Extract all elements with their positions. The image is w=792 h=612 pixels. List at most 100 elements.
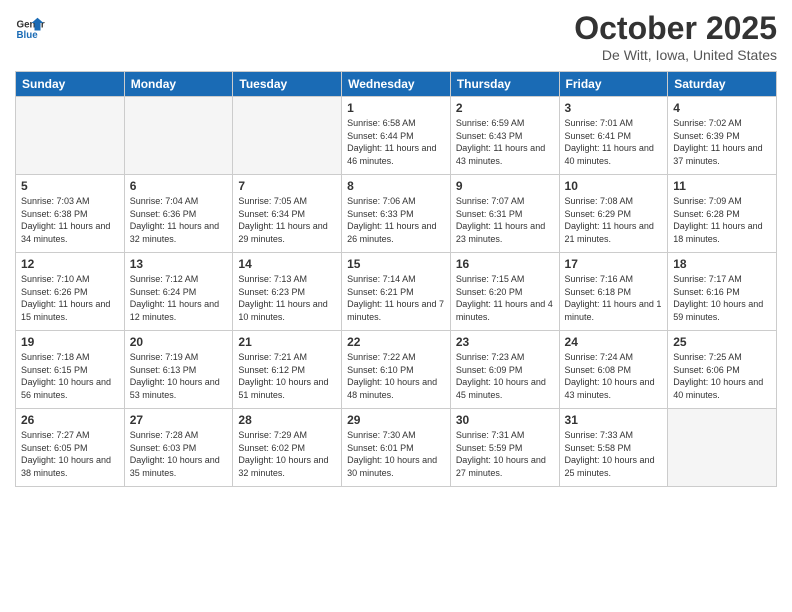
day-number: 31 — [565, 413, 663, 427]
day-of-week-header: Friday — [559, 72, 668, 97]
day-number: 15 — [347, 257, 445, 271]
location: De Witt, Iowa, United States — [574, 47, 777, 63]
calendar-cell: 4 Sunrise: 7:02 AM Sunset: 6:39 PM Daylig… — [668, 97, 777, 175]
calendar-week-row: 19 Sunrise: 7:18 AM Sunset: 6:15 PM Dayli… — [16, 331, 777, 409]
calendar-cell: 2Sunrise: 6:59 AM Sunset: 6:43 PM Daylig… — [450, 97, 559, 175]
day-number: 6 — [130, 179, 228, 193]
calendar-cell: 26Sunrise: 7:27 AM Sunset: 6:05 PM Dayli… — [16, 409, 125, 487]
day-number: 20 — [130, 335, 228, 349]
calendar-cell: 22 Sunrise: 7:22 AM Sunset: 6:10 PM Dayli… — [342, 331, 451, 409]
day-info: Sunrise: 7:06 AM Sunset: 6:33 PM Dayligh… — [347, 195, 445, 245]
day-number: 18 — [673, 257, 771, 271]
day-number: 17 — [565, 257, 663, 271]
month-title: October 2025 — [574, 10, 777, 47]
day-info: Sunrise: 7:30 AM Sunset: 6:01 PM Dayligh… — [347, 429, 445, 479]
day-info: Sunrise: 7:03 AM Sunset: 6:38 PM Dayligh… — [21, 195, 119, 245]
calendar-cell: 10Sunrise: 7:08 AM Sunset: 6:29 PM Dayli… — [559, 175, 668, 253]
calendar-cell: 24Sunrise: 7:24 AM Sunset: 6:08 PM Dayli… — [559, 331, 668, 409]
day-number: 22 — [347, 335, 445, 349]
calendar-cell: 7 Sunrise: 7:05 AM Sunset: 6:34 PM Daylig… — [233, 175, 342, 253]
calendar-cell — [16, 97, 125, 175]
day-of-week-header: Sunday — [16, 72, 125, 97]
day-of-week-header: Saturday — [668, 72, 777, 97]
calendar-cell: 20 Sunrise: 7:19 AM Sunset: 6:13 PM Dayli… — [124, 331, 233, 409]
day-info: Sunrise: 7:21 AM Sunset: 6:12 PM Dayligh… — [238, 351, 336, 401]
day-info: Sunrise: 6:58 AM Sunset: 6:44 PM Dayligh… — [347, 117, 445, 167]
calendar-cell — [668, 409, 777, 487]
calendar-cell: 14Sunrise: 7:13 AM Sunset: 6:23 PM Dayli… — [233, 253, 342, 331]
page-header: General Blue October 2025 De Witt, Iowa,… — [15, 10, 777, 63]
day-info: Sunrise: 7:22 AM Sunset: 6:10 PM Dayligh… — [347, 351, 445, 401]
day-number: 12 — [21, 257, 119, 271]
day-number: 14 — [238, 257, 336, 271]
day-number: 24 — [565, 335, 663, 349]
calendar-cell: 5 Sunrise: 7:03 AM Sunset: 6:38 PM Daylig… — [16, 175, 125, 253]
calendar-cell: 27 Sunrise: 7:28 AM Sunset: 6:03 PM Dayli… — [124, 409, 233, 487]
calendar-cell: 9 Sunrise: 7:07 AM Sunset: 6:31 PM Daylig… — [450, 175, 559, 253]
calendar-cell — [124, 97, 233, 175]
day-number: 1 — [347, 101, 445, 115]
calendar-week-row: 26Sunrise: 7:27 AM Sunset: 6:05 PM Dayli… — [16, 409, 777, 487]
calendar-cell: 25Sunrise: 7:25 AM Sunset: 6:06 PM Dayli… — [668, 331, 777, 409]
day-number: 8 — [347, 179, 445, 193]
day-info: Sunrise: 7:33 AM Sunset: 5:58 PM Dayligh… — [565, 429, 663, 479]
calendar-cell: 29 Sunrise: 7:30 AM Sunset: 6:01 PM Dayli… — [342, 409, 451, 487]
calendar-cell: 21 Sunrise: 7:21 AM Sunset: 6:12 PM Dayli… — [233, 331, 342, 409]
calendar-cell: 13 Sunrise: 7:12 AM Sunset: 6:24 PM Dayli… — [124, 253, 233, 331]
day-of-week-header: Monday — [124, 72, 233, 97]
calendar-cell: 16Sunrise: 7:15 AM Sunset: 6:20 PM Dayli… — [450, 253, 559, 331]
day-info: Sunrise: 7:02 AM Sunset: 6:39 PM Dayligh… — [673, 117, 771, 167]
day-number: 27 — [130, 413, 228, 427]
calendar-cell: 30 Sunrise: 7:31 AM Sunset: 5:59 PM Dayli… — [450, 409, 559, 487]
day-info: Sunrise: 7:01 AM Sunset: 6:41 PM Dayligh… — [565, 117, 663, 167]
day-info: Sunrise: 7:19 AM Sunset: 6:13 PM Dayligh… — [130, 351, 228, 401]
svg-text:Blue: Blue — [17, 30, 39, 41]
day-info: Sunrise: 7:14 AM Sunset: 6:21 PM Dayligh… — [347, 273, 445, 323]
day-number: 4 — [673, 101, 771, 115]
calendar-week-row: 1 Sunrise: 6:58 AM Sunset: 6:44 PM Daylig… — [16, 97, 777, 175]
day-number: 19 — [21, 335, 119, 349]
day-number: 30 — [456, 413, 554, 427]
calendar-cell: 12 Sunrise: 7:10 AM Sunset: 6:26 PM Dayli… — [16, 253, 125, 331]
day-of-week-header: Thursday — [450, 72, 559, 97]
day-number: 21 — [238, 335, 336, 349]
day-number: 25 — [673, 335, 771, 349]
calendar-table: SundayMondayTuesdayWednesdayThursdayFrid… — [15, 71, 777, 487]
day-of-week-header: Tuesday — [233, 72, 342, 97]
calendar-cell: 3Sunrise: 7:01 AM Sunset: 6:41 PM Daylig… — [559, 97, 668, 175]
day-number: 23 — [456, 335, 554, 349]
day-number: 7 — [238, 179, 336, 193]
day-info: Sunrise: 7:12 AM Sunset: 6:24 PM Dayligh… — [130, 273, 228, 323]
calendar-cell: 6 Sunrise: 7:04 AM Sunset: 6:36 PM Daylig… — [124, 175, 233, 253]
logo-icon: General Blue — [15, 14, 45, 44]
day-number: 2 — [456, 101, 554, 115]
day-info: Sunrise: 7:28 AM Sunset: 6:03 PM Dayligh… — [130, 429, 228, 479]
calendar-cell: 28 Sunrise: 7:29 AM Sunset: 6:02 PM Dayli… — [233, 409, 342, 487]
calendar-header-row: SundayMondayTuesdayWednesdayThursdayFrid… — [16, 72, 777, 97]
calendar-cell: 18 Sunrise: 7:17 AM Sunset: 6:16 PM Dayli… — [668, 253, 777, 331]
day-number: 13 — [130, 257, 228, 271]
day-info: Sunrise: 7:05 AM Sunset: 6:34 PM Dayligh… — [238, 195, 336, 245]
day-info: Sunrise: 7:07 AM Sunset: 6:31 PM Dayligh… — [456, 195, 554, 245]
day-info: Sunrise: 7:17 AM Sunset: 6:16 PM Dayligh… — [673, 273, 771, 323]
title-area: October 2025 De Witt, Iowa, United State… — [574, 10, 777, 63]
day-info: Sunrise: 7:31 AM Sunset: 5:59 PM Dayligh… — [456, 429, 554, 479]
logo: General Blue — [15, 14, 49, 44]
day-info: Sunrise: 7:08 AM Sunset: 6:29 PM Dayligh… — [565, 195, 663, 245]
day-info: Sunrise: 7:04 AM Sunset: 6:36 PM Dayligh… — [130, 195, 228, 245]
day-info: Sunrise: 7:16 AM Sunset: 6:18 PM Dayligh… — [565, 273, 663, 323]
calendar-week-row: 12 Sunrise: 7:10 AM Sunset: 6:26 PM Dayli… — [16, 253, 777, 331]
calendar-cell: 1 Sunrise: 6:58 AM Sunset: 6:44 PM Daylig… — [342, 97, 451, 175]
day-info: Sunrise: 7:09 AM Sunset: 6:28 PM Dayligh… — [673, 195, 771, 245]
day-number: 28 — [238, 413, 336, 427]
calendar-cell: 15 Sunrise: 7:14 AM Sunset: 6:21 PM Dayli… — [342, 253, 451, 331]
day-info: Sunrise: 7:29 AM Sunset: 6:02 PM Dayligh… — [238, 429, 336, 479]
day-number: 16 — [456, 257, 554, 271]
calendar-cell — [233, 97, 342, 175]
day-number: 29 — [347, 413, 445, 427]
day-info: Sunrise: 7:18 AM Sunset: 6:15 PM Dayligh… — [21, 351, 119, 401]
day-info: Sunrise: 7:10 AM Sunset: 6:26 PM Dayligh… — [21, 273, 119, 323]
day-number: 5 — [21, 179, 119, 193]
calendar-week-row: 5 Sunrise: 7:03 AM Sunset: 6:38 PM Daylig… — [16, 175, 777, 253]
day-number: 9 — [456, 179, 554, 193]
